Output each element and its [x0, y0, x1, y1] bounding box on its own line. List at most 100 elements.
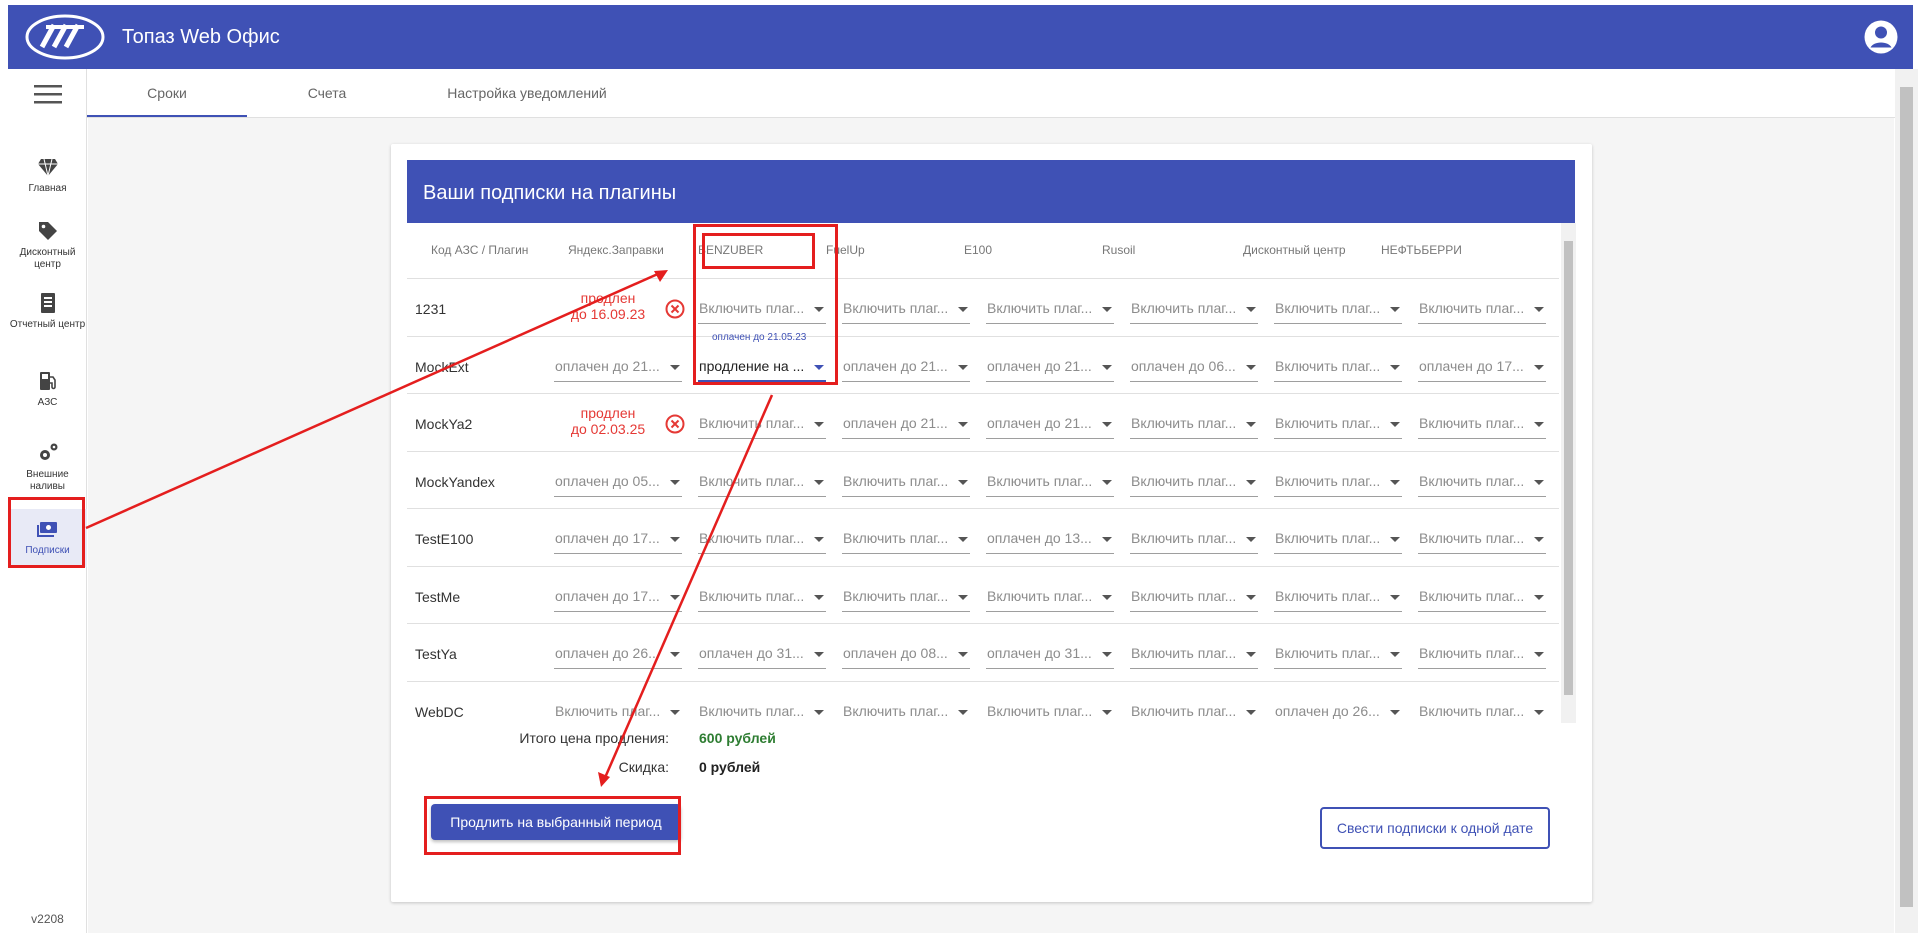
nav-item-external-fills[interactable]: Внешние наливы	[8, 441, 87, 497]
plugin-select[interactable]: Включить плаг...	[1274, 639, 1402, 669]
plugin-select[interactable]: Включить плаг...	[986, 294, 1114, 324]
plugin-select[interactable]: Включить плаг...	[986, 697, 1114, 724]
select-value: оплачен до 26...	[1275, 702, 1380, 719]
nav-item-report-center[interactable]: Отчетный центр	[8, 291, 87, 347]
plugin-select[interactable]: Включить плаг...	[698, 697, 826, 724]
row-divider	[407, 623, 1559, 624]
diamond-icon	[37, 158, 58, 177]
plugin-select[interactable]: оплачен до 26...	[554, 639, 682, 669]
plugin-select[interactable]: Включить плаг...	[842, 697, 970, 724]
plugin-select[interactable]: Включить плаг...	[842, 467, 970, 497]
tab-terms[interactable]: Сроки	[87, 69, 247, 117]
plugin-select[interactable]: Включить плаг...	[1274, 524, 1402, 554]
total-price-label: Итого цена продления:	[519, 730, 669, 746]
plugin-select[interactable]: Включить плаг...	[842, 524, 970, 554]
select-value: Включить плаг...	[1419, 300, 1525, 316]
expired-status-line: продлен	[580, 405, 636, 421]
plugin-select[interactable]: оплачен до 21...	[842, 352, 970, 382]
plugin-select[interactable]: Включить плаг...	[554, 697, 682, 724]
page-scrollbar[interactable]	[1895, 69, 1918, 933]
nav-item-discount-center[interactable]: Дисконтный центр	[8, 219, 87, 275]
nav-item-gas-stations[interactable]: АЗС	[8, 369, 87, 413]
plugin-select[interactable]: Включить плаг...	[698, 524, 826, 554]
plugin-select[interactable]: Включить плаг...	[1130, 409, 1258, 439]
dropdown-arrow-icon	[1102, 652, 1112, 657]
plugin-select[interactable]: Включить плаг...	[842, 294, 970, 324]
plugin-select[interactable]: Включить плаг...	[1418, 294, 1546, 324]
plugin-select[interactable]: оплачен до 13...	[986, 524, 1114, 554]
plugin-select[interactable]: Включить плаг...	[1274, 352, 1402, 382]
plugin-select[interactable]: Включить плаг...	[1418, 409, 1546, 439]
plugin-select[interactable]: Включить плаг...	[1130, 467, 1258, 497]
plugin-select[interactable]: оплачен до 26...	[1274, 697, 1402, 724]
plugin-select[interactable]: Включить плаг...	[1274, 409, 1402, 439]
dropdown-arrow-icon	[1390, 594, 1400, 600]
hamburger-menu-icon[interactable]	[32, 81, 64, 107]
plugin-select[interactable]: Включить плаг...	[1418, 697, 1546, 724]
plugin-select[interactable]: оплачен до 21...	[842, 409, 970, 439]
select-value: Включить плаг...	[987, 587, 1093, 604]
plugin-select[interactable]: оплачен до 06...	[1130, 352, 1258, 382]
plugin-select[interactable]: Включить плаг...	[1274, 467, 1402, 497]
plugin-select[interactable]: оплачен до 21...	[986, 409, 1114, 439]
cancel-circle-icon[interactable]	[665, 299, 685, 319]
plugin-select[interactable]: оплачен до 17...	[1418, 352, 1546, 382]
dropdown-arrow-icon	[814, 479, 824, 485]
plugin-select[interactable]: Включить плаг...	[842, 582, 970, 612]
plugin-select[interactable]: Включить плаг...	[1418, 467, 1546, 497]
plugin-select[interactable]: Включить плаг...	[1418, 582, 1546, 612]
plugin-select[interactable]: оплачен до 08...	[842, 639, 970, 669]
nav-item-home[interactable]: Главная	[8, 155, 87, 199]
plugin-select[interactable]: оплачен до 17...	[554, 524, 682, 554]
plugin-select[interactable]: Включить плаг...	[1130, 639, 1258, 669]
cancel-circle-icon[interactable]	[665, 414, 685, 434]
plugin-select[interactable]: оплачен до 31...	[986, 639, 1114, 669]
tab-notification-settings[interactable]: Настройка уведомлений	[417, 69, 637, 117]
plugin-select[interactable]: оплачен до 21...	[986, 352, 1114, 382]
plugin-select[interactable]: Включить плаг...	[1418, 524, 1546, 554]
plugin-select[interactable]: оплачен до 17...	[554, 582, 682, 612]
plugin-select[interactable]: Включить плаг...	[1130, 697, 1258, 724]
table-scrollbar[interactable]	[1561, 223, 1576, 723]
select-value: Включить плаг...	[1131, 530, 1237, 546]
plugin-select[interactable]: оплачен до 05...	[554, 467, 682, 497]
plugin-select[interactable]: оплачен до 21...	[554, 352, 682, 382]
column-header: Код АЗС / Плагин	[431, 243, 529, 257]
plugin-select[interactable]: Включить плаг...	[698, 467, 826, 497]
dropdown-arrow-icon	[1246, 364, 1256, 370]
plugin-select[interactable]: Включить плаг...	[986, 467, 1114, 497]
dropdown-arrow-icon	[1102, 537, 1112, 542]
select-value: Включить плаг...	[1419, 702, 1525, 719]
select-value: оплачен до 08...	[843, 645, 948, 661]
plugin-select[interactable]: Включить плаг...	[1130, 524, 1258, 554]
dropdown-arrow-icon	[1534, 479, 1544, 485]
dropdown-arrow-icon	[1534, 594, 1544, 600]
select-value: Включить плаг...	[843, 472, 949, 489]
plugin-select[interactable]: Включить плаг...	[1418, 639, 1546, 669]
dropdown-arrow-icon	[1534, 537, 1544, 542]
column-header: E100	[964, 243, 993, 257]
plugin-select[interactable]: Включить плаг...	[1130, 294, 1258, 324]
tab-invoices[interactable]: Счета	[247, 69, 407, 117]
select-value: оплачен до 05...	[555, 472, 660, 489]
account-icon[interactable]	[1863, 19, 1899, 55]
dropdown-arrow-icon	[1534, 422, 1544, 427]
plugin-select[interactable]: Включить плаг...	[698, 582, 826, 612]
nav-item-label: Главная	[28, 183, 67, 194]
plugin-select[interactable]: Включить плаг...	[1130, 582, 1258, 612]
row-divider	[407, 565, 1559, 567]
plugin-select[interactable]: Включить плаг...	[986, 582, 1114, 612]
column-header: Rusoil	[1102, 243, 1136, 257]
total-price-value: 600 рублей	[699, 730, 776, 746]
select-value: Включить плаг...	[843, 300, 949, 316]
plugin-select[interactable]: Включить плаг...	[1274, 294, 1402, 324]
align-dates-button[interactable]: Свести подписки к одной дате	[1320, 807, 1550, 849]
select-value: Включить плаг...	[1419, 415, 1525, 431]
dropdown-arrow-icon	[814, 422, 824, 427]
plugin-select[interactable]: оплачен до 31...	[698, 639, 826, 669]
topaz-logo-icon[interactable]	[24, 13, 106, 61]
plugin-select[interactable]: Включить плаг...	[698, 409, 826, 439]
dropdown-arrow-icon	[1246, 479, 1256, 485]
plugin-select[interactable]: Включить плаг...	[1274, 582, 1402, 612]
station-code: WebDC	[415, 703, 464, 720]
